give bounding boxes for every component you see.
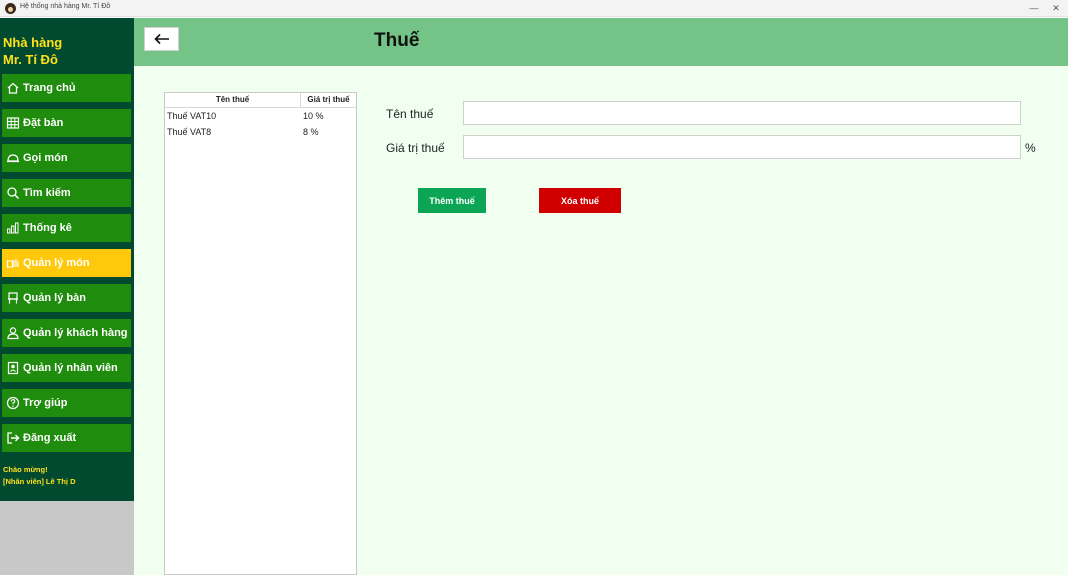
tax-name-label: Tên thuế [386, 107, 434, 121]
cell-tax-name: Thuế VAT8 [167, 127, 212, 137]
tax-value-label: Giá trị thuế [386, 141, 445, 155]
page-header: Thuế [134, 18, 1068, 66]
cell-tax-value: 8 % [303, 127, 319, 137]
column-header-name[interactable]: Tên thuế [165, 93, 301, 107]
brand: Nhà hàng Mr. Tí Đô [3, 34, 62, 68]
arrow-left-icon [153, 33, 169, 45]
table-header: Tên thuế Giá trị thuế [165, 93, 356, 108]
sidebar-item-label: Đăng xuất [23, 432, 77, 444]
food-cover-icon [7, 154, 19, 163]
window-title: Hệ thống nhà hàng Mr. Tí Đô [20, 3, 111, 10]
sidebar-item-statistics[interactable]: Thống kê [2, 214, 131, 242]
close-button[interactable]: ✕ [1046, 1, 1066, 15]
sidebar-item-tables[interactable]: Quản lý bàn [2, 284, 131, 312]
sidebar-item-home[interactable]: Trang chủ [2, 74, 131, 102]
app-icon [5, 3, 16, 14]
brand-line2: Mr. Tí Đô [3, 52, 58, 67]
greeting-title: Chào mừng! [3, 465, 48, 474]
home-icon [7, 82, 19, 94]
sidebar-item-label: Trợ giúp [23, 397, 68, 409]
search-icon [7, 187, 20, 200]
sidebar: Nhà hàng Mr. Tí Đô Trang chủ Đặt bàn Gọi… [0, 18, 134, 501]
cell-tax-value: 10 % [303, 111, 324, 121]
add-tax-button[interactable]: Thêm thuế [418, 188, 486, 213]
sidebar-item-label: Quản lý nhân viên [23, 362, 118, 374]
id-card-icon [7, 361, 19, 375]
dish-icon [6, 259, 19, 268]
user-icon [7, 327, 19, 340]
sidebar-item-label: Quản lý món [23, 257, 90, 269]
sidebar-item-label: Quản lý khách hàng [23, 327, 128, 339]
tax-table: Tên thuế Giá trị thuế Thuế VAT10 10 % Th… [164, 92, 357, 575]
sidebar-item-label: Quản lý bàn [23, 292, 86, 304]
bar-chart-icon [7, 222, 19, 234]
help-icon [6, 396, 20, 410]
cell-tax-name: Thuế VAT10 [167, 111, 217, 121]
sidebar-item-help[interactable]: Trợ giúp [2, 389, 131, 417]
sidebar-item-logout[interactable]: Đăng xuất [2, 424, 131, 452]
brand-line1: Nhà hàng [3, 35, 63, 50]
sidebar-item-label: Thống kê [23, 222, 72, 234]
column-header-value[interactable]: Giá trị thuế [301, 93, 356, 107]
back-button[interactable] [144, 27, 179, 51]
sidebar-item-order[interactable]: Gọi món [2, 144, 131, 172]
sidebar-item-label: Tìm kiếm [23, 187, 71, 199]
minimize-button[interactable]: — [1024, 1, 1044, 15]
sidebar-item-dishes[interactable]: Quản lý món [2, 249, 131, 277]
tax-value-input[interactable] [463, 135, 1021, 159]
sidebar-item-label: Gọi món [23, 152, 68, 164]
delete-tax-button[interactable]: Xóa thuế [539, 188, 621, 213]
greeting: Chào mừng! [Nhân viên] Lê Thị D [3, 464, 76, 488]
sidebar-item-booking[interactable]: Đặt bàn [2, 109, 131, 137]
main-content: Tên thuế Giá trị thuế Thuế VAT10 10 % Th… [134, 66, 1068, 575]
tax-name-input[interactable] [463, 101, 1021, 125]
table-grid-icon [6, 117, 20, 129]
sidebar-item-staff[interactable]: Quản lý nhân viên [2, 354, 131, 382]
sidebar-item-label: Đặt bàn [23, 117, 64, 129]
page-title: Thuế [374, 30, 420, 51]
chair-icon [8, 292, 18, 304]
sidebar-item-customers[interactable]: Quản lý khách hàng [2, 319, 131, 347]
sidebar-item-label: Trang chủ [23, 82, 76, 94]
sidebar-footer [0, 501, 134, 575]
sidebar-item-search[interactable]: Tìm kiếm [2, 179, 131, 207]
table-row[interactable]: Thuế VAT10 10 % [165, 108, 356, 124]
logout-icon [7, 432, 20, 444]
percent-label: % [1025, 141, 1036, 155]
table-row[interactable]: Thuế VAT8 8 % [165, 124, 356, 140]
title-bar: Hệ thống nhà hàng Mr. Tí Đô — ✕ [0, 0, 1068, 17]
current-user: [Nhân viên] Lê Thị D [3, 477, 76, 486]
